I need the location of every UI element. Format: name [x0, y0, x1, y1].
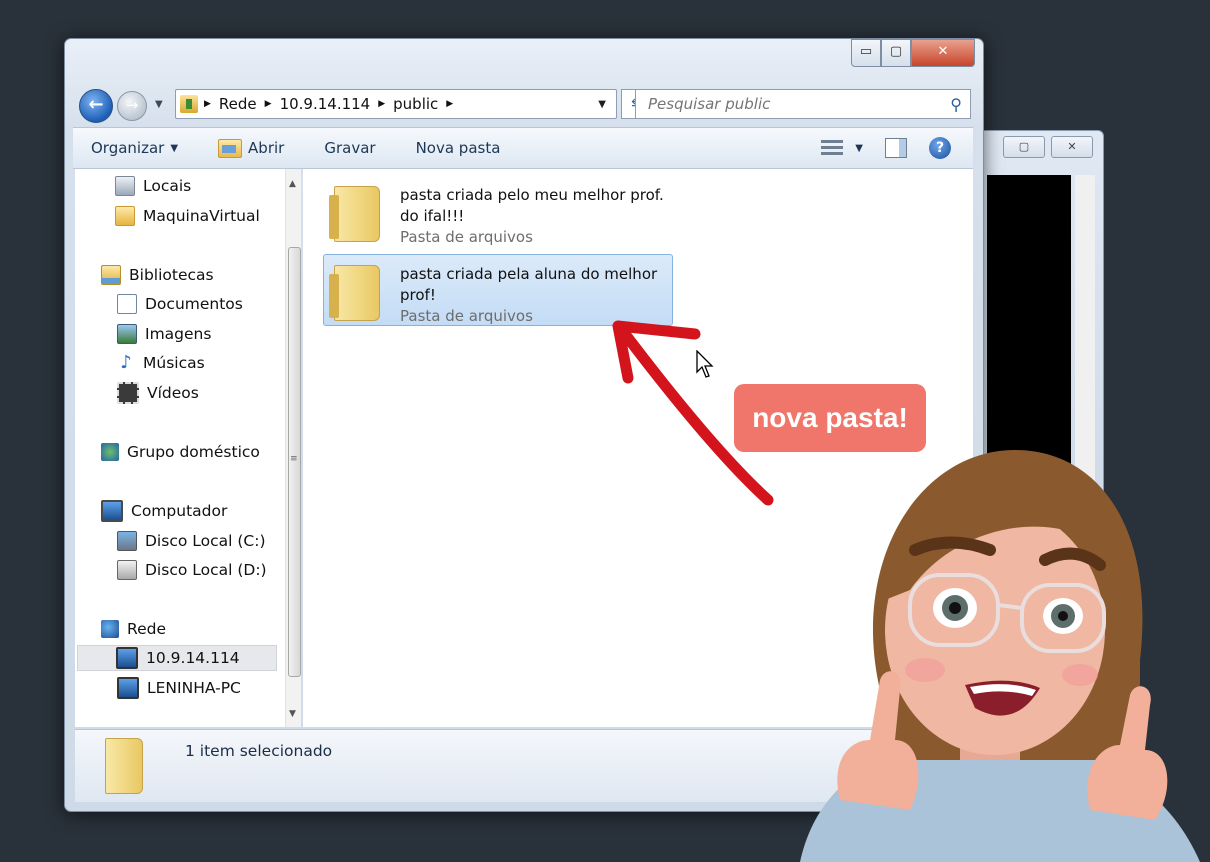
avatar-image: [800, 450, 1200, 862]
mouse-cursor-icon: [696, 350, 714, 378]
